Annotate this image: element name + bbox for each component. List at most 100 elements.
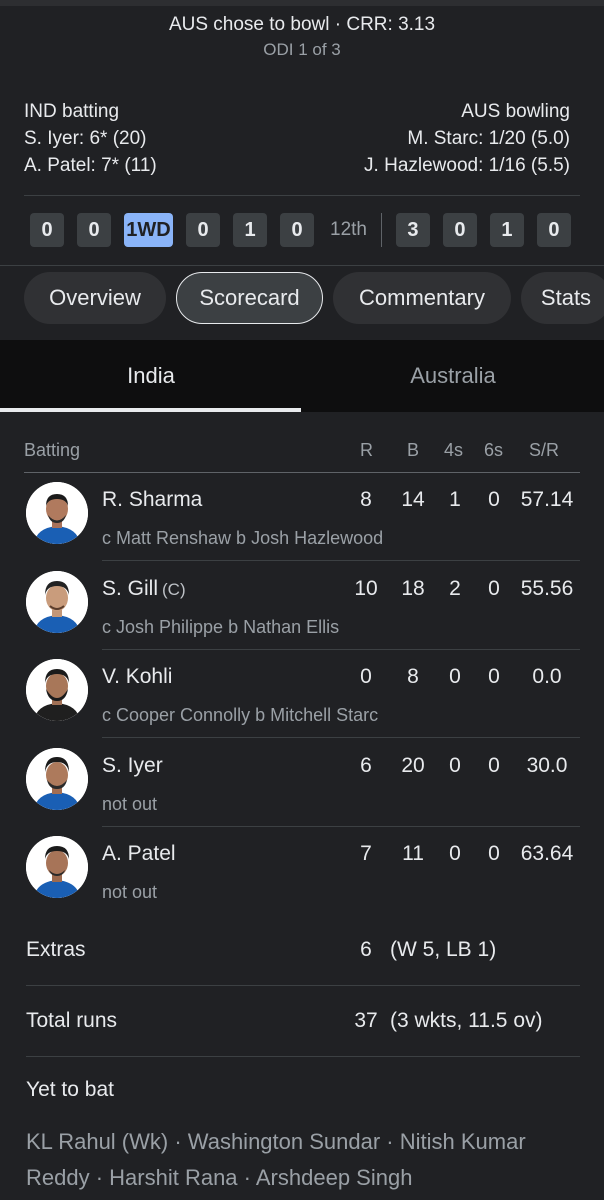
col-balls: B [407, 440, 420, 460]
yet-to-bat-label: Yet to bat [26, 1078, 114, 1101]
strike-rate: 57.14 [520, 488, 574, 511]
ball-chip-wide: 1WD [124, 213, 173, 247]
batter-line: S. Iyer: 6* (20) [24, 128, 147, 149]
extras-value: 6 [360, 938, 372, 961]
divider [24, 195, 580, 196]
avatar [26, 836, 88, 898]
bowler-line: M. Starc: 1/20 (5.0) [407, 128, 570, 149]
player-name: V. Kohli [102, 665, 172, 689]
balls: 14 [401, 488, 425, 511]
batter-line: A. Patel: 7* (11) [24, 155, 157, 176]
extras-label: Extras [26, 938, 86, 961]
sixes: 0 [488, 754, 500, 777]
strike-rate: 30.0 [526, 754, 568, 777]
col-sixes: 6s [484, 440, 504, 460]
col-strike-rate: S/R [529, 440, 560, 460]
player-name-text: A. Patel [102, 842, 176, 865]
player-name-text: S. Gill [102, 577, 159, 600]
fours: 0 [449, 842, 461, 865]
avatar [26, 748, 88, 810]
over-separator [380, 213, 382, 247]
player-name: S. Iyer [102, 754, 163, 778]
over-label: 12th [330, 219, 367, 240]
player-name: R. Sharma [102, 488, 202, 512]
sixes: 0 [488, 665, 500, 688]
divider [102, 826, 580, 827]
dismissal: c Josh Philippe b Nathan Ellis [102, 617, 340, 637]
col-fours: 4s [444, 440, 464, 460]
balls: 20 [401, 754, 425, 777]
divider [0, 265, 604, 266]
divider [26, 1056, 580, 1057]
tab-india[interactable]: India [0, 340, 302, 412]
runs: 6 [360, 754, 372, 777]
col-batting: Batting [24, 440, 81, 460]
total-label: Total runs [26, 1009, 118, 1032]
player-name-text: V. Kohli [102, 665, 173, 688]
player-name: A. Patel [102, 842, 176, 866]
avatar [26, 482, 88, 544]
ball-chip: 0 [77, 213, 111, 247]
team-tabs: India Australia [0, 340, 604, 412]
bowling-summary: AUS bowling M. Starc: 1/20 (5.0) J. Hazl… [364, 98, 570, 179]
fours: 1 [449, 488, 461, 511]
match-status: AUS chose to bowl · CRR: 3.13 [168, 14, 436, 35]
top-status-strip [0, 0, 604, 6]
divider [26, 985, 580, 986]
bowling-title: AUS bowling [461, 101, 570, 122]
tab-australia[interactable]: Australia [302, 340, 604, 412]
divider [102, 649, 580, 650]
captain-tag: (C) [162, 580, 186, 599]
sixes: 0 [488, 842, 500, 865]
avatar [26, 659, 88, 721]
active-tab-indicator [0, 408, 301, 412]
dismissal: c Cooper Connolly b Mitchell Starc [102, 705, 379, 725]
strike-rate: 55.56 [520, 577, 574, 600]
ball-chip: 0 [280, 213, 314, 247]
ball-chip: 1 [233, 213, 267, 247]
balls: 18 [401, 577, 425, 600]
tab-commentary[interactable]: Commentary [333, 272, 511, 324]
tab-scorecard[interactable]: Scorecard [176, 272, 323, 324]
fours: 0 [449, 754, 461, 777]
bowler-line: J. Hazlewood: 1/16 (5.5) [364, 155, 570, 176]
ball-by-ball-strip: 0 0 1WD 0 1 0 12th 3 0 1 0 [30, 212, 584, 248]
player-name-text: S. Iyer [102, 754, 163, 777]
dismissal: not out [102, 794, 158, 814]
col-runs: R [360, 440, 373, 460]
dismissal: not out [102, 882, 158, 902]
runs: 0 [360, 665, 372, 688]
runs: 8 [360, 488, 372, 511]
ball-chip: 3 [395, 213, 430, 247]
tab-overview[interactable]: Overview [24, 272, 166, 324]
tab-stats[interactable]: Stats [521, 272, 604, 324]
yet-to-bat-players: KL Rahul (Wk) · Washington Sundar · Niti… [26, 1129, 526, 1190]
ball-chip: 0 [442, 213, 477, 247]
player-name: S. Gill (C) [102, 577, 186, 601]
series-info: ODI 1 of 3 [263, 40, 341, 59]
match-tabs: Overview Scorecard Commentary Stats [24, 272, 604, 324]
strike-rate: 0.0 [532, 665, 562, 688]
balls: 8 [407, 665, 419, 688]
extras-detail: (W 5, LB 1) [390, 938, 497, 961]
dismissal: c Matt Renshaw b Josh Hazlewood [102, 528, 384, 548]
ball-chip: 0 [30, 213, 64, 247]
balls: 11 [402, 842, 424, 865]
fours: 0 [449, 665, 461, 688]
runs: 7 [360, 842, 372, 865]
strike-rate: 63.64 [520, 842, 574, 865]
total-detail: (3 wkts, 11.5 ov) [390, 1009, 543, 1032]
divider [102, 560, 580, 561]
fours: 2 [449, 577, 461, 600]
sixes: 0 [488, 577, 500, 600]
batting-title: IND batting [24, 101, 120, 122]
divider [24, 472, 580, 473]
ball-chip: 0 [186, 213, 220, 247]
sixes: 0 [488, 488, 500, 511]
total-value: 37 [354, 1009, 378, 1032]
player-name-text: R. Sharma [102, 488, 203, 511]
ball-chip: 1 [489, 213, 524, 247]
batting-summary: IND batting S. Iyer: 6* (20) A. Patel: 7… [24, 98, 157, 179]
avatar [26, 571, 88, 633]
divider [102, 737, 580, 738]
